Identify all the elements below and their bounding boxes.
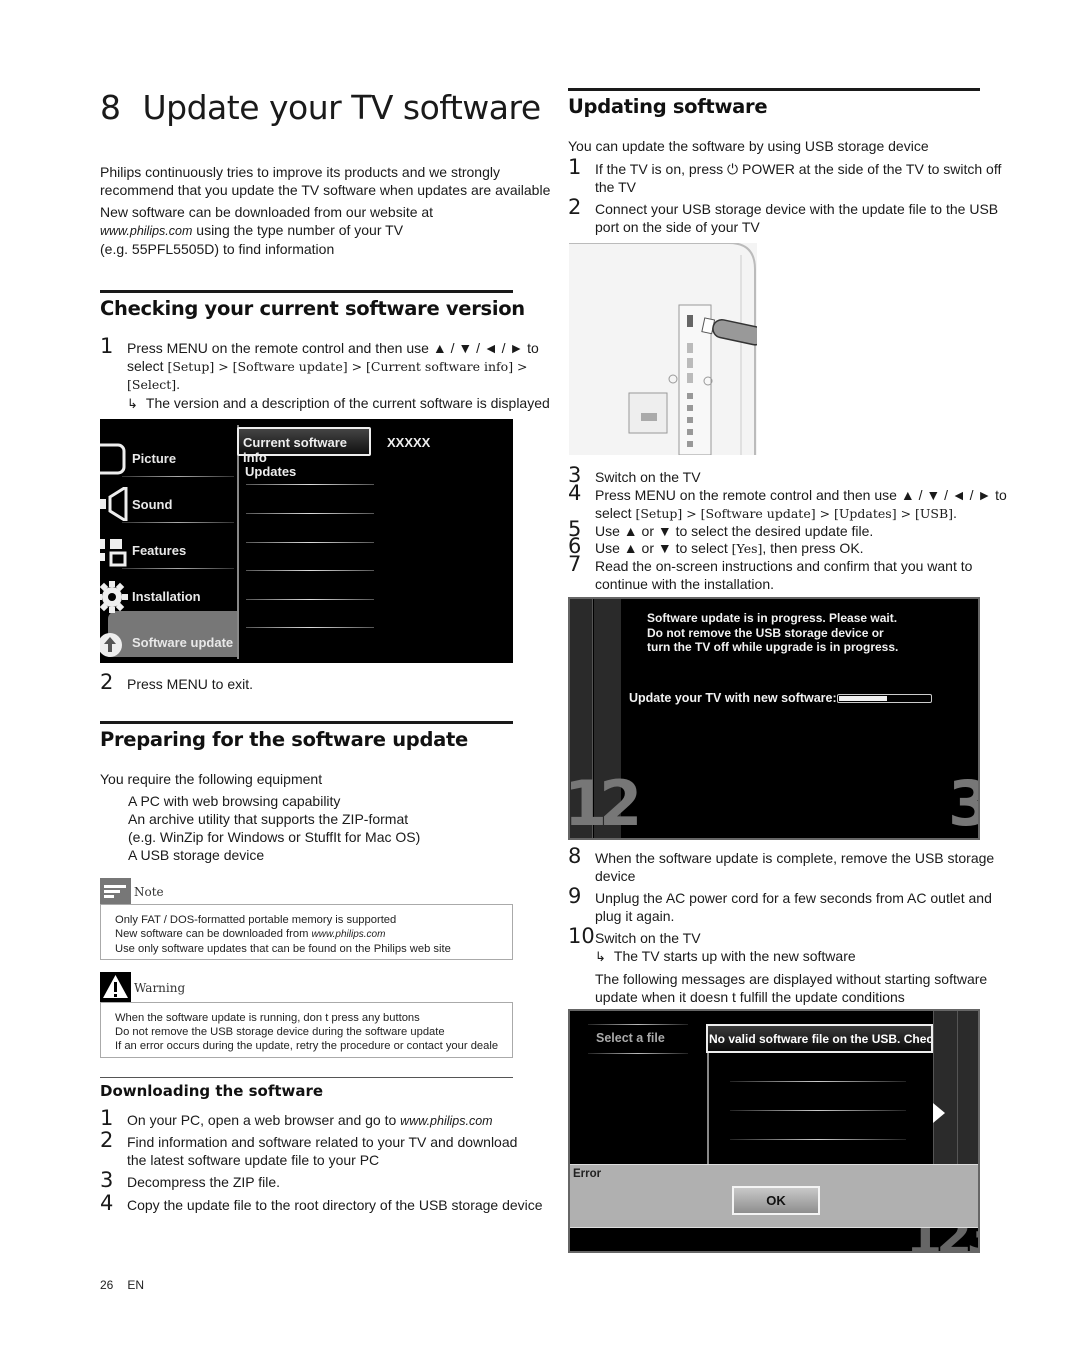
warning-icon: [100, 972, 131, 1002]
language-code: EN: [127, 1278, 145, 1292]
gear-icon: [100, 581, 128, 613]
error-dialog: Error OK: [570, 1164, 978, 1228]
upload-arrow-icon: [100, 633, 122, 657]
menu-item-sound[interactable]: Sound: [100, 475, 237, 521]
submenu-separator: [246, 627, 374, 628]
note-box: Only FAT / DOS-formatted portable memory…: [100, 904, 513, 960]
tv-update-progress-screenshot: 12 3 Software update is in progress. Ple…: [568, 597, 980, 840]
select-file-label[interactable]: Select a file: [596, 1031, 665, 1045]
submenu-separator: [246, 599, 374, 600]
progress-label: Update your TV with new software:: [629, 691, 837, 705]
note-header: Note: [100, 878, 300, 904]
philips-url-link[interactable]: www.philips.com: [400, 1114, 492, 1128]
submenu-updates[interactable]: Updates: [245, 464, 379, 479]
preparing-intro: You require the following equipment: [100, 771, 323, 787]
decor-number: 3: [948, 767, 980, 840]
decor-number: 12: [568, 767, 642, 840]
menu-item-software-update[interactable]: Software update: [100, 613, 237, 658]
section-rule: [568, 88, 980, 91]
speaker-icon: [100, 487, 128, 521]
error-message-field[interactable]: No valid software file on the USB. Chec: [706, 1024, 933, 1053]
tv-error-screenshot: Select a file No valid software file on …: [568, 1009, 980, 1253]
section-rule: [100, 1077, 513, 1078]
menu-divider: [707, 1053, 709, 1165]
equipment-item: (e.g. WinZip for Windows or StuffIt for …: [128, 829, 421, 845]
menu-item-picture[interactable]: Picture: [100, 429, 237, 475]
warning-box: When the software update is running, don…: [100, 1002, 513, 1058]
philips-url-link[interactable]: www.philips.com: [312, 929, 386, 940]
philips-url-link[interactable]: www.philips.com: [100, 224, 192, 238]
intro-paragraph-1: Philips continuously tries to improve it…: [100, 164, 551, 198]
equipment-list: A PC with web browsing capability An arc…: [128, 792, 420, 864]
updating-intro: You can update the software by using USB…: [568, 138, 929, 154]
warning-header: Warning: [100, 972, 300, 1002]
menu-item-installation[interactable]: Installation: [100, 567, 237, 613]
software-version-value: XXXXX: [387, 435, 431, 450]
followup-paragraph: The following messages are displayed wit…: [595, 971, 988, 1005]
submenu-current-software-info[interactable]: Current software info: [237, 427, 371, 465]
decor-band: [933, 1011, 957, 1165]
update-progress-message: Software update is in progress. Please w…: [647, 611, 899, 654]
tv-side-usb-drawing: [569, 243, 757, 455]
submenu-separator: [246, 570, 374, 571]
scroll-right-arrow-icon[interactable]: [933, 1103, 945, 1123]
submenu-separator: [730, 1110, 906, 1111]
result-arrow-icon: ↳: [127, 396, 138, 411]
features-grid-icon: [100, 539, 127, 567]
note-icon: [100, 878, 131, 904]
submenu-separator: [246, 513, 374, 514]
section-heading-checking: Checking your current software version: [100, 297, 525, 320]
intro-paragraph-2: New software can be downloaded from our …: [100, 204, 434, 257]
page-footer: 26 EN: [100, 1278, 158, 1292]
equipment-item: A USB storage device: [128, 847, 265, 863]
menu-separator: [588, 1053, 688, 1054]
page-number: 26: [100, 1278, 114, 1292]
error-dialog-title: Error: [573, 1168, 602, 1180]
submenu-separator: [246, 484, 374, 485]
progress-fill: [839, 696, 888, 701]
tv-menu-screenshot: Picture Sound Features Installation Soft…: [100, 419, 513, 663]
equipment-item: A PC with web browsing capability: [128, 793, 341, 809]
decor-band: [957, 1011, 978, 1165]
result-arrow-icon: ↳: [595, 949, 606, 964]
section-heading-preparing: Preparing for the software update: [100, 728, 468, 751]
ok-button[interactable]: OK: [732, 1186, 820, 1215]
submenu-separator: [246, 542, 374, 543]
tv-usb-illustration: [569, 243, 757, 455]
chapter-title: 8 Update your TV software: [100, 88, 541, 127]
section-heading-downloading: Downloading the software: [100, 1082, 324, 1100]
equipment-item: An archive utility that supports the ZIP…: [128, 811, 409, 827]
menu-separator: [588, 1024, 688, 1025]
section-rule: [100, 290, 513, 293]
submenu-separator: [730, 1139, 906, 1140]
menu-item-features[interactable]: Features: [100, 521, 237, 567]
picture-icon: [100, 443, 126, 475]
section-rule: [100, 721, 513, 724]
section-heading-updating: Updating software: [568, 95, 768, 118]
update-progress-bar: [837, 694, 932, 703]
menu-divider: [237, 425, 239, 659]
submenu-separator: [730, 1081, 906, 1082]
